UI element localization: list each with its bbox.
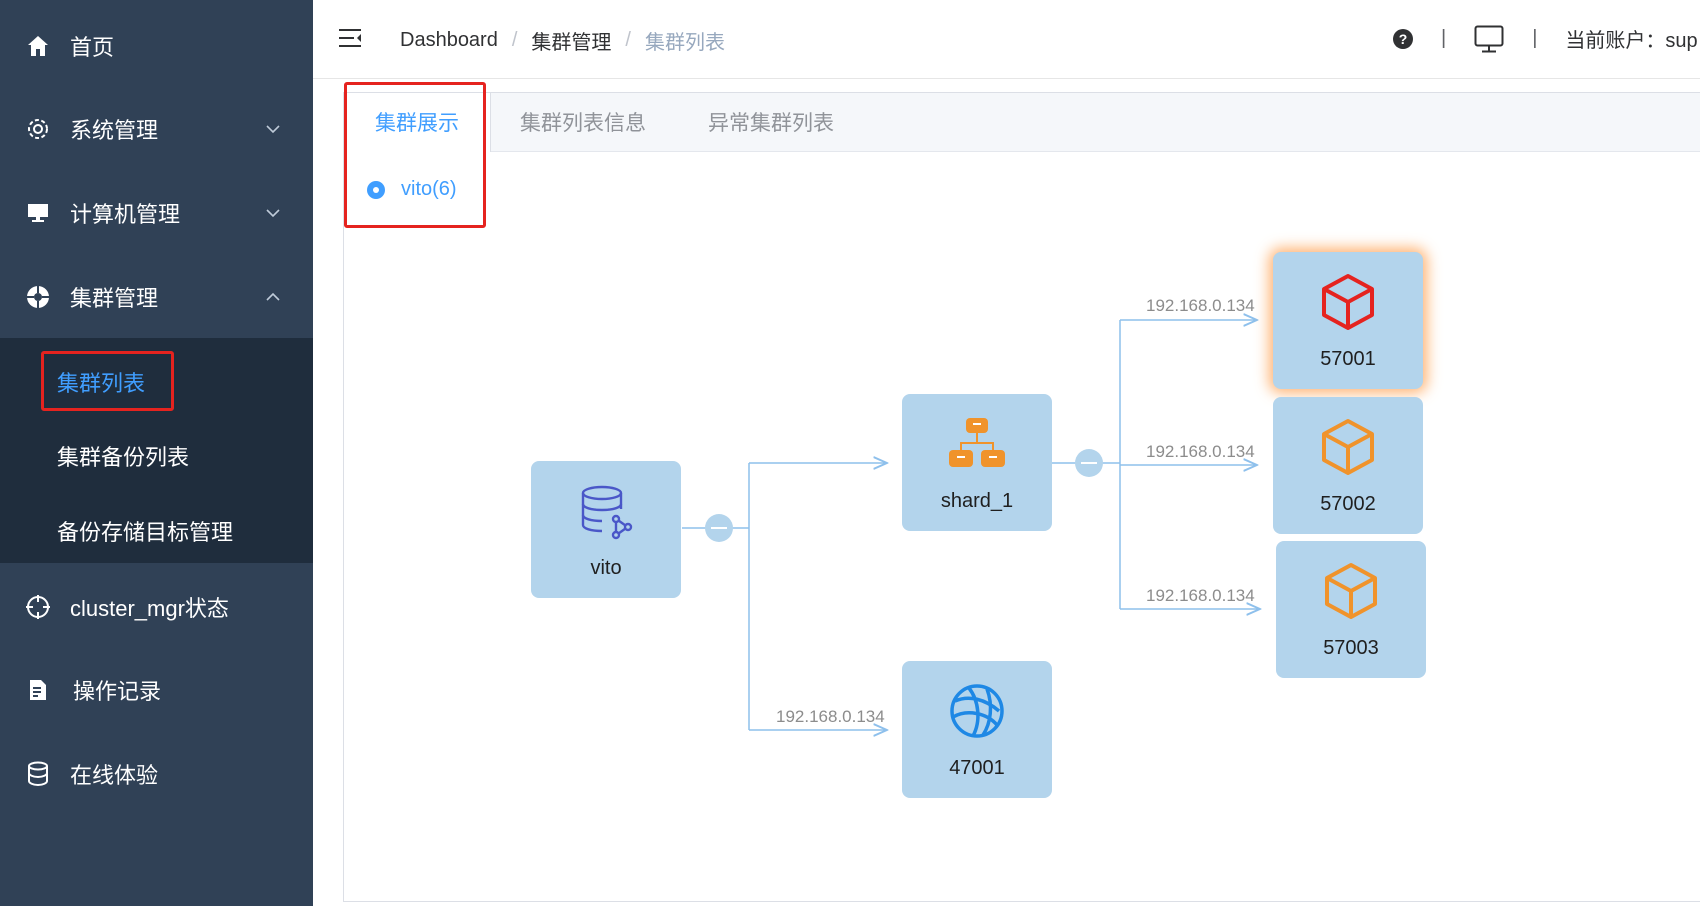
menu-item-online-trial[interactable]: 在线体验 [0, 744, 313, 804]
submenu-item-cluster-backup-list[interactable]: 集群备份列表 [57, 440, 189, 472]
tab-bar: 集群展示 集群列表信息 异常集群列表 [344, 93, 1700, 152]
cluster-submenu: 集群列表 集群备份列表 备份存储目标管理 [0, 338, 313, 563]
current-account[interactable]: 当前账户：sup [1565, 24, 1697, 53]
graph-node-vito[interactable]: vito [531, 461, 681, 598]
menu-item-operation-log[interactable]: 操作记录 [0, 660, 313, 720]
menu-item-label: 首页 [70, 35, 115, 60]
edge-ip-label: 192.168.0.134 [1146, 442, 1255, 461]
submenu-item-backup-storage[interactable]: 备份存储目标管理 [57, 515, 233, 547]
document-edit-icon [25, 677, 51, 703]
breadcrumb-separator: / [511, 29, 518, 51]
cube-icon [1325, 563, 1377, 619]
menu-item-computer[interactable]: 计算机管理 [0, 183, 313, 243]
sidebar: 首页 系统管理 计算机管理 集群管理 集群列表 集群备份列表 备份存储目标管理 … [0, 0, 313, 906]
graph-node-47001[interactable]: 47001 [902, 661, 1052, 798]
cluster-icon [25, 284, 51, 310]
graph-node-57003[interactable]: 57003 [1276, 541, 1426, 678]
tab-cluster-display[interactable]: 集群展示 [344, 93, 491, 152]
node-label: vito [590, 557, 622, 579]
node-label: 57001 [1320, 348, 1376, 370]
breadcrumb-cluster-list: 集群列表 [644, 32, 725, 54]
node-label: 47001 [949, 757, 1005, 779]
collapse-toggle-button[interactable] [705, 514, 733, 542]
radio-selected-icon [367, 180, 385, 199]
tab-abnormal-cluster-list[interactable]: 异常集群列表 [708, 93, 834, 151]
hamburger-icon[interactable] [339, 28, 363, 48]
chevron-down-icon [266, 125, 280, 134]
breadcrumb-separator: / [625, 29, 631, 51]
collapse-toggle-button[interactable] [1075, 449, 1103, 477]
cluster-radio-vito[interactable]: vito(6) [367, 178, 457, 201]
node-label: 57003 [1323, 637, 1379, 659]
crosshair-icon [25, 594, 51, 620]
database-share-icon [581, 485, 633, 540]
org-chart-icon [949, 418, 1005, 467]
node-label: shard_1 [940, 490, 1014, 512]
cube-icon [1322, 419, 1374, 475]
cube-icon [1322, 274, 1374, 330]
help-icon[interactable]: ? [1393, 28, 1413, 49]
home-icon [25, 33, 51, 59]
node-label: 57002 [1320, 493, 1376, 515]
menu-item-label: cluster_mgr状态 [70, 596, 229, 621]
menu-item-label: 在线体验 [70, 763, 159, 788]
cluster-radio-label: vito(6) [401, 178, 457, 200]
breadcrumb-cluster-management: 集群管理 [531, 32, 612, 54]
breadcrumb-dashboard[interactable]: Dashboard [400, 29, 498, 52]
graph-node-57001[interactable]: 57001 [1273, 252, 1423, 389]
menu-item-label: 集群管理 [70, 286, 159, 311]
menu-item-system[interactable]: 系统管理 [0, 99, 313, 159]
database-icon [25, 761, 51, 787]
chevron-up-icon [266, 292, 280, 301]
graph-node-shard[interactable]: shard_1 [902, 394, 1052, 531]
edge-ip-label: 192.168.0.134 [1146, 586, 1255, 605]
graph-node-57002[interactable]: 57002 [1273, 397, 1423, 534]
monitor-icon [25, 200, 51, 226]
gear-icon [25, 116, 51, 142]
menu-item-label: 计算机管理 [70, 202, 181, 227]
divider: | [1441, 27, 1447, 49]
menu-item-cluster-mgr-status[interactable]: cluster_mgr状态 [0, 577, 313, 637]
chevron-down-icon [266, 209, 280, 218]
breadcrumb: Dashboard / 集群管理 / 集群列表 [400, 26, 725, 55]
edge-ip-label: 192.168.0.134 [1146, 296, 1255, 315]
divider: | [1532, 27, 1538, 49]
menu-item-cluster[interactable]: 集群管理 [0, 267, 313, 327]
menu-item-label: 操作记录 [73, 679, 162, 704]
header-right: ? | | 当前账户：sup [1393, 24, 1698, 53]
submenu-item-cluster-list[interactable]: 集群列表 [57, 366, 145, 398]
globe-icon [950, 684, 1004, 738]
edge-ip-label: 192.168.0.134 [776, 707, 885, 726]
tab-cluster-list-info[interactable]: 集群列表信息 [520, 93, 646, 151]
menu-item-label: 系统管理 [70, 118, 159, 143]
menu-item-home[interactable]: 首页 [0, 16, 313, 76]
fullscreen-monitor-icon[interactable] [1474, 25, 1504, 53]
